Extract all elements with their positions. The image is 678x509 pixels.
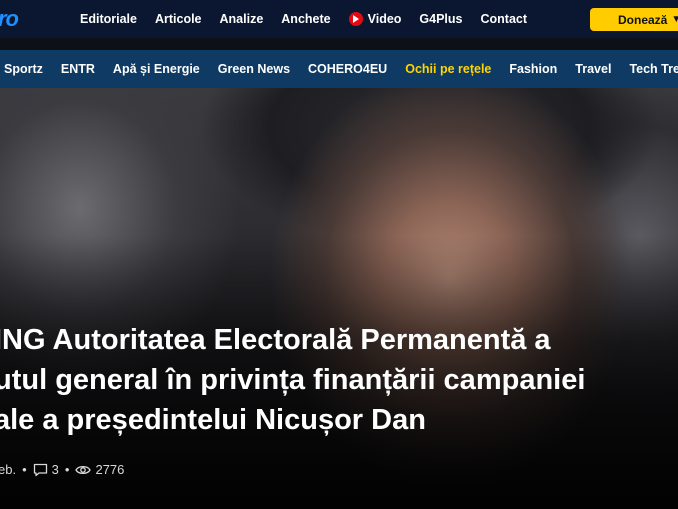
section-navigation-bar: Sportz ENTR Apă și Energie Green News CO… — [0, 50, 678, 88]
main-menu: Editoriale Articole Analize Anchete Vide… — [80, 0, 545, 38]
nav-editoriale[interactable]: Editoriale — [80, 12, 137, 26]
donate-label: Donează — [618, 12, 668, 27]
site-logo[interactable]: ro — [0, 6, 19, 32]
section-sportz[interactable]: Sportz — [4, 62, 43, 76]
nav-video-label: Video — [367, 12, 402, 26]
section-green-news[interactable]: Green News — [218, 62, 290, 76]
meta-separator: • — [22, 462, 27, 477]
nav-contact[interactable]: Contact — [481, 12, 528, 26]
views-value: 2776 — [95, 462, 125, 477]
nav-analize[interactable]: Analize — [220, 12, 264, 26]
nav-video[interactable]: Video — [348, 12, 402, 26]
section-ochii-pe-retele[interactable]: Ochii pe rețele — [405, 62, 491, 76]
headline-line-3: ale a președintelui Nicușor Dan — [0, 404, 426, 436]
nav-articole[interactable]: Articole — [155, 12, 202, 26]
play-icon — [348, 12, 363, 26]
comments-count[interactable]: 3 — [33, 462, 59, 477]
nav-anchete[interactable]: Anchete — [281, 12, 330, 26]
article-meta: eb. • 3 • 2776 — [0, 462, 124, 477]
hero-image-overlay — [0, 88, 678, 509]
section-apa-si-energie[interactable]: Apă și Energie — [113, 62, 200, 76]
comments-value: 3 — [51, 462, 59, 477]
section-fashion[interactable]: Fashion — [509, 62, 557, 76]
comment-icon — [33, 463, 47, 476]
section-cohero4eu[interactable]: COHERO4EU — [308, 62, 387, 76]
meta-separator: • — [64, 462, 70, 477]
section-entr[interactable]: ENTR — [61, 62, 95, 76]
section-tech-trends[interactable]: Tech Trends — [629, 62, 678, 76]
top-navigation-bar: ro Editoriale Articole Analize Anchete V… — [0, 0, 678, 38]
section-travel[interactable]: Travel — [575, 62, 611, 76]
views-count: 2776 — [75, 462, 124, 477]
article-date: eb. — [0, 462, 17, 477]
article-headline[interactable]: ING Autoritatea Electorală Permanentă a … — [0, 320, 678, 440]
donate-button[interactable]: Donează ▼ — [590, 8, 678, 31]
hero-article[interactable]: ING Autoritatea Electorală Permanentă a … — [0, 88, 678, 509]
nav-g4plus[interactable]: G4Plus — [419, 12, 462, 26]
headline-line-2: utul general în privința finanțării camp… — [0, 364, 586, 396]
headline-line-1: ING Autoritatea Electorală Permanentă a — [0, 324, 551, 356]
caret-down-icon: ▼ — [671, 14, 678, 25]
eye-icon — [75, 465, 92, 474]
